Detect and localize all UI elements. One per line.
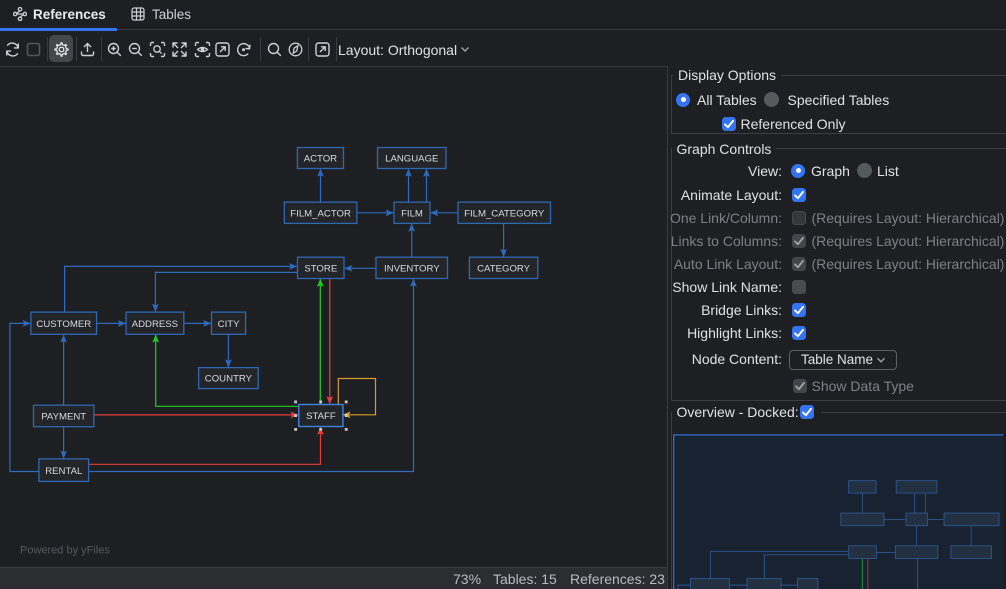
svg-text:Powered by yFiles: Powered by yFiles xyxy=(20,545,110,557)
svg-text:FILM: FILM xyxy=(401,208,423,219)
svg-text:CATEGORY: CATEGORY xyxy=(477,263,531,274)
svg-text:CUSTOMER: CUSTOMER xyxy=(36,319,91,330)
svg-text:ADDRESS: ADDRESS xyxy=(132,319,178,330)
svg-text:ACTOR: ACTOR xyxy=(304,154,337,165)
svg-text:COUNTRY: COUNTRY xyxy=(205,374,253,385)
svg-text:FILM_ACTOR: FILM_ACTOR xyxy=(290,208,351,219)
svg-text:PAYMENT: PAYMENT xyxy=(41,412,86,423)
svg-text:STAFF: STAFF xyxy=(306,411,336,422)
svg-text:STORE: STORE xyxy=(304,263,337,274)
svg-text:RENTAL: RENTAL xyxy=(45,466,83,477)
svg-text:FILM_CATEGORY: FILM_CATEGORY xyxy=(464,208,545,219)
svg-text:INVENTORY: INVENTORY xyxy=(384,263,440,274)
svg-text:CITY: CITY xyxy=(218,319,240,330)
svg-text:LANGUAGE: LANGUAGE xyxy=(385,154,438,165)
